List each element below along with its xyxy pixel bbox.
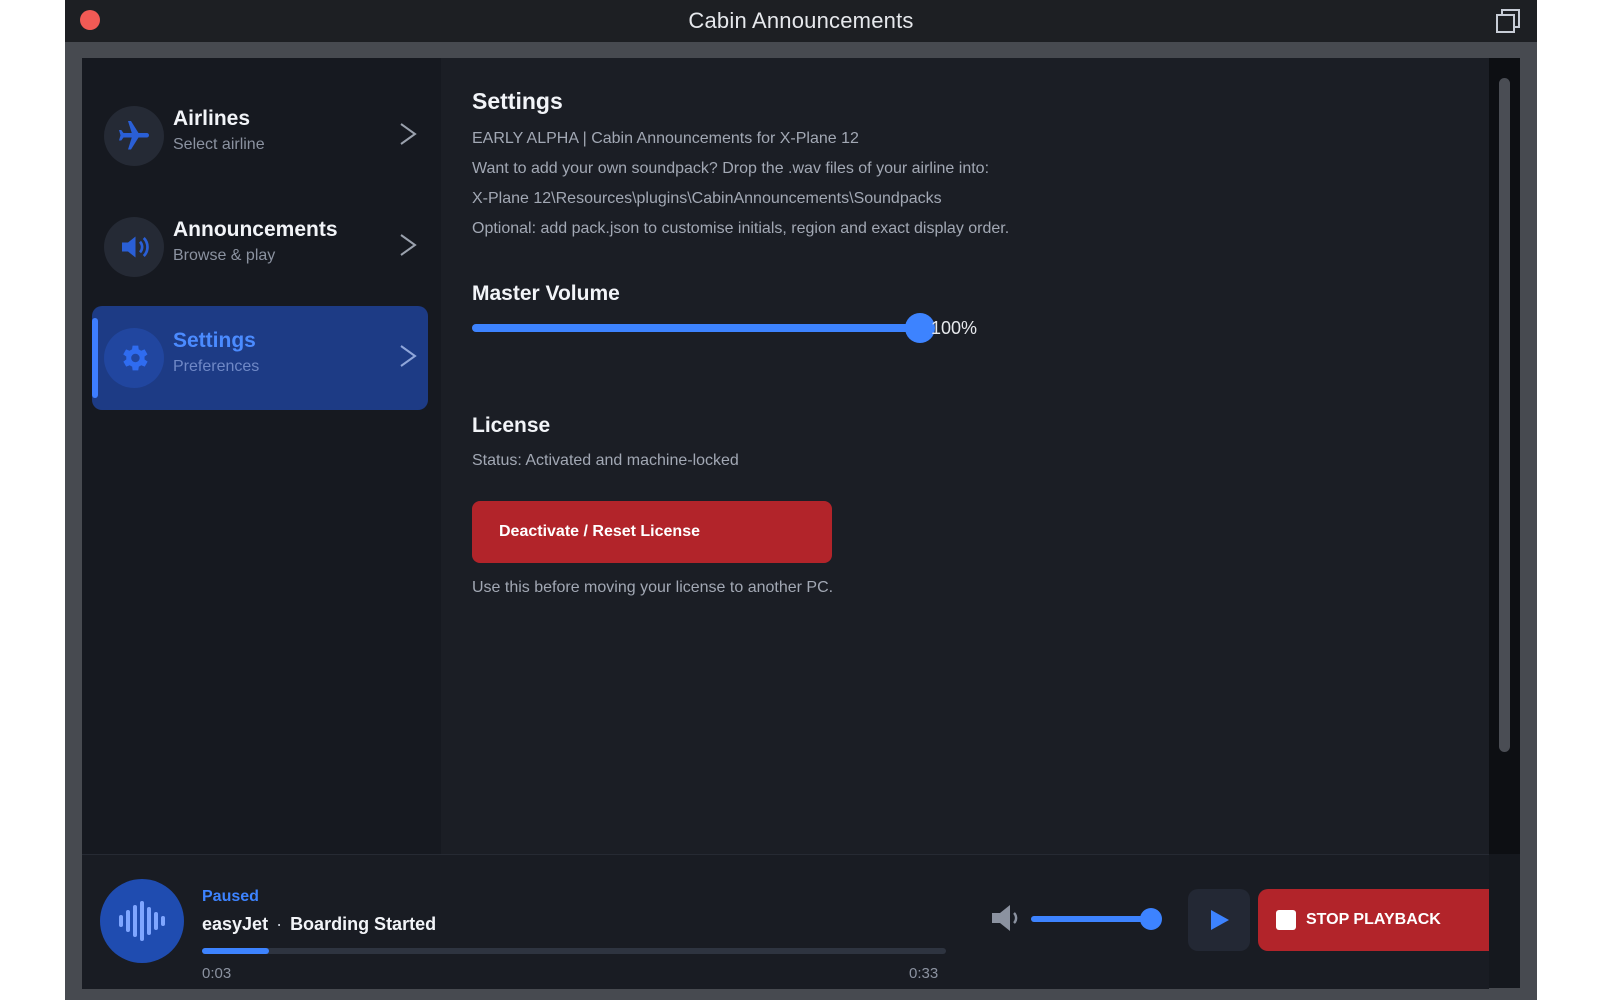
app-body: Airlines Select airline Announcements Br… [82,58,1520,989]
soundpack-path: X-Plane 12\Resources\plugins\CabinAnnoun… [472,190,942,207]
sidebar-item-label: Announcements [173,218,338,241]
gear-icon [123,345,148,371]
now-playing: easyJet · Boarding Started [202,914,436,935]
scrollbar-thumb[interactable] [1499,78,1510,752]
info-line: EARLY ALPHA | Cabin Announcements for X-… [472,130,859,147]
restore-window-icon[interactable] [1493,6,1523,36]
nav-icon-circle [104,217,164,277]
player-volume-slider[interactable] [1031,908,1162,930]
master-volume-label: Master Volume [472,282,620,305]
master-volume-fill [472,324,920,332]
player-volume-thumb[interactable] [1140,908,1162,930]
info-line: Want to add your own soundpack? Drop the… [472,160,990,177]
player-artwork [100,879,184,963]
sidebar-item-settings[interactable]: Settings Preferences [92,306,428,410]
settings-panel: Settings EARLY ALPHA | Cabin Announcemen… [441,58,1489,854]
stop-playback-label: STOP PLAYBACK [1306,911,1441,928]
now-playing-track: Boarding Started [290,914,437,934]
info-line: Optional: add pack.json to customise ini… [472,220,1010,237]
now-playing-airline: easyJet [202,914,269,934]
sidebar-item-announcements[interactable]: Announcements Browse & play [92,195,428,299]
master-volume-value: 100% [931,318,978,338]
play-button[interactable] [1188,889,1250,951]
license-label: License [472,414,551,437]
window-title: Cabin Announcements [688,8,914,33]
license-status: Status: Activated and machine-locked [472,452,739,469]
time-current: 0:03 [202,965,232,982]
sidebar: Airlines Select airline Announcements Br… [82,58,441,854]
app-window: Cabin Announcements Airlines Select airl… [65,0,1537,1000]
play-icon [1211,910,1229,930]
license-note: Use this before moving your license to a… [472,579,834,596]
title-bar: Cabin Announcements [65,0,1537,42]
chevron-right-icon [400,123,417,145]
chevron-right-icon [400,234,417,256]
sidebar-item-sublabel: Select airline [173,136,265,153]
playback-status: Paused [202,888,259,905]
sidebar-item-label: Settings [173,329,256,352]
playback-progress-fill [202,948,269,954]
speaker-mute-icon[interactable] [988,901,1022,935]
player-volume-fill [1031,916,1151,922]
airplane-icon [119,121,149,150]
master-volume-slider[interactable] [472,313,935,343]
time-total: 0:33 [909,965,939,982]
now-playing-separator: · [276,914,283,934]
speaker-icon [122,236,149,258]
stop-playback-button[interactable]: STOP PLAYBACK [1258,889,1489,951]
page-title: Settings [472,88,563,114]
sidebar-item-airlines[interactable]: Airlines Select airline [92,84,428,188]
nav-icon-circle [104,106,164,166]
sidebar-item-sublabel: Preferences [173,358,260,375]
chevron-right-icon [400,345,417,367]
scrollbar[interactable] [1489,58,1520,854]
player-bar: Paused easyJet · Boarding Started 0:03 0:3… [82,854,1489,989]
playback-progress-bar[interactable] [202,948,946,954]
deactivate-license-button[interactable]: Deactivate / Reset License [472,501,832,563]
stop-icon [1276,910,1296,930]
sidebar-item-sublabel: Browse & play [173,247,276,264]
nav-icon-circle [104,328,164,388]
sidebar-item-label: Airlines [173,107,251,130]
waveform-icon [119,901,165,941]
